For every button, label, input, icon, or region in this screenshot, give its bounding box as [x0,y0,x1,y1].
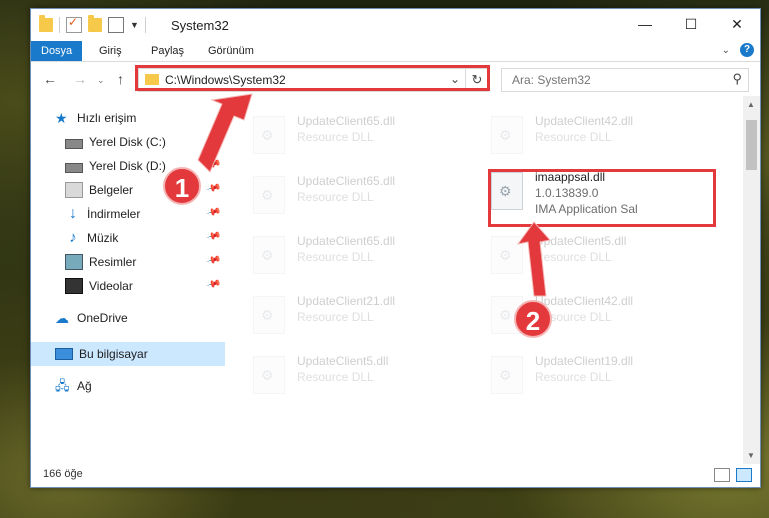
arrow-to-address-bar [197,93,253,173]
annotation-arrows [197,93,551,297]
step-1-callout: 1 [163,167,201,205]
step-2-callout: 2 [514,300,552,338]
arrow-to-file [516,221,551,297]
